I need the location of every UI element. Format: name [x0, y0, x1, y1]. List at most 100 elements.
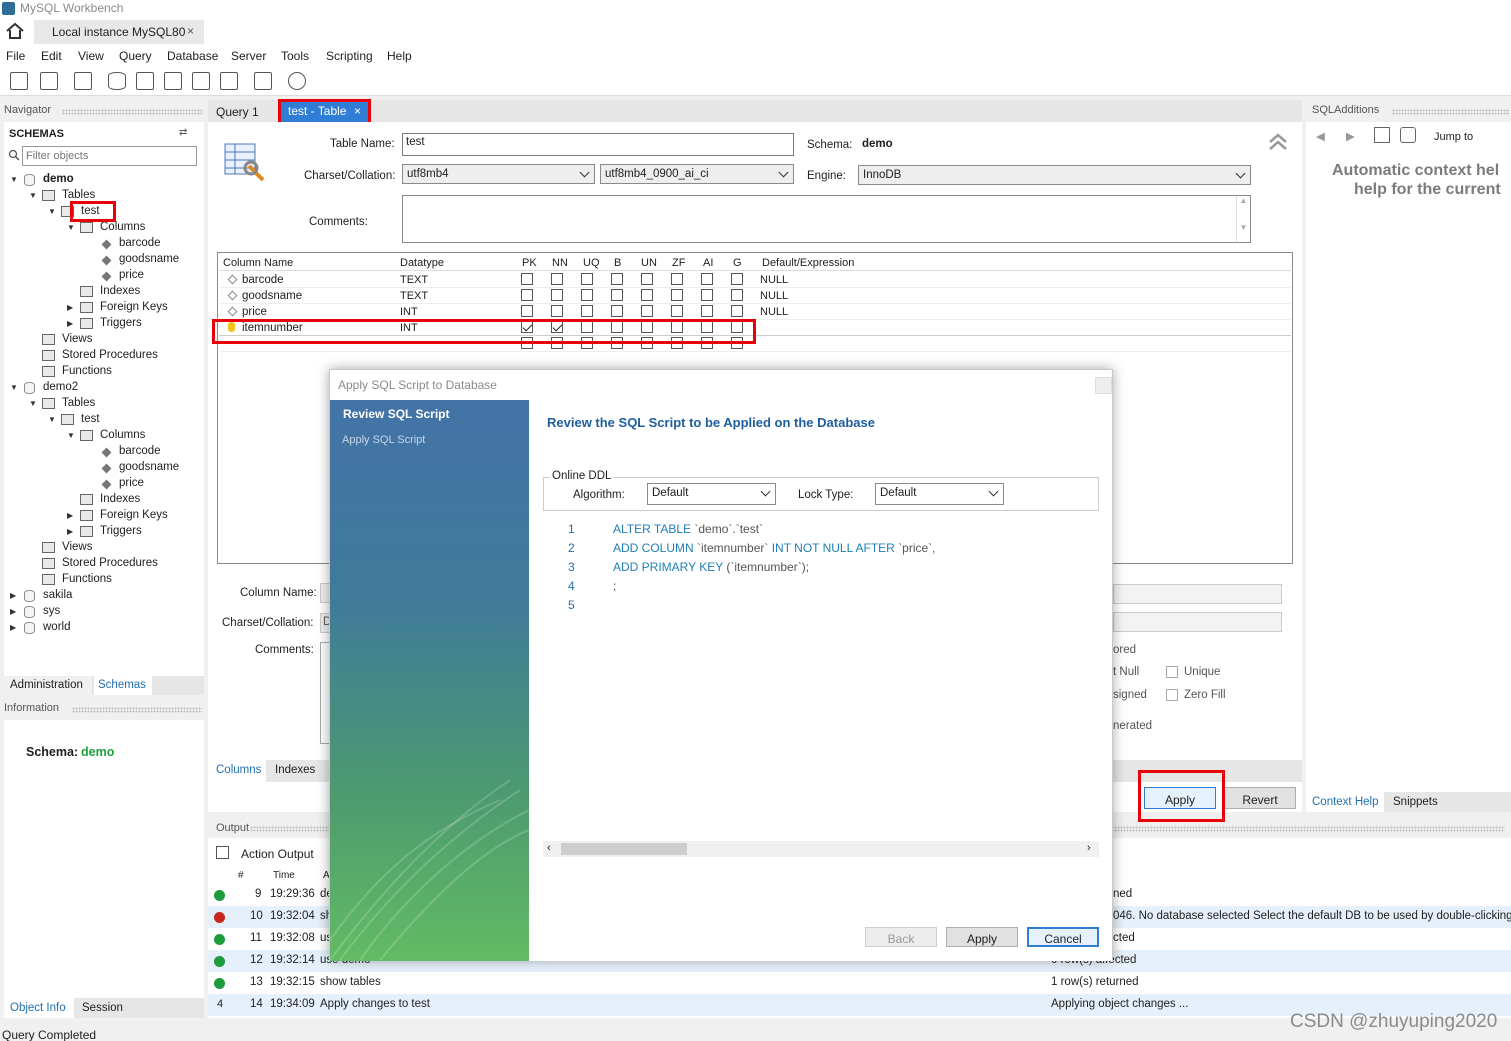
refresh-schemas-icon[interactable]: ⇄ — [179, 127, 187, 138]
forward-arrow-icon[interactable]: ▶ — [1346, 129, 1355, 143]
nn-checkbox[interactable] — [551, 273, 563, 285]
expand-arrow[interactable]: ▼ — [29, 399, 37, 408]
menu-help[interactable]: Help — [387, 49, 412, 63]
col-header-datatype[interactable]: Datatype — [400, 257, 444, 269]
expand-arrow[interactable]: ▼ — [67, 431, 75, 440]
instance-tab[interactable]: Local instance MySQL80 × — [34, 20, 204, 44]
pk-checkbox[interactable] — [521, 305, 533, 317]
tree-views[interactable]: Views — [62, 541, 92, 553]
nn-checkbox[interactable] — [551, 289, 563, 301]
tab-columns[interactable]: Columns — [208, 760, 266, 782]
tree-col-price[interactable]: price — [119, 477, 144, 489]
tree-triggers[interactable]: Triggers — [100, 317, 142, 329]
sql-script-editor[interactable]: 1 ALTER TABLE `demo`.`test` 2 ADD COLUMN… — [543, 518, 1099, 858]
tree-col-goodsname[interactable]: goodsname — [119, 253, 179, 265]
menu-query[interactable]: Query — [119, 49, 152, 63]
tab-query-1[interactable]: Query 1 — [208, 102, 274, 122]
uq-checkbox[interactable] — [581, 273, 593, 285]
expand-arrow[interactable]: ▼ — [10, 383, 18, 392]
tree-columns[interactable]: Columns — [100, 429, 145, 441]
tree-table-test[interactable]: test — [81, 413, 100, 425]
lock-type-select[interactable]: Default — [875, 483, 1004, 505]
zf-checkbox[interactable] — [671, 305, 683, 317]
create-table-icon[interactable] — [136, 72, 154, 90]
pk-checkbox[interactable] — [521, 289, 533, 301]
scrollbar-thumb[interactable] — [561, 843, 687, 855]
expand-arrow[interactable]: ▶ — [67, 527, 73, 536]
tree-functions[interactable]: Functions — [62, 365, 112, 377]
create-schema-icon[interactable] — [108, 72, 126, 90]
tree-foreign-keys[interactable]: Foreign Keys — [100, 301, 168, 313]
col-header-nn[interactable]: NN — [552, 257, 568, 269]
tab-schemas[interactable]: Schemas — [94, 676, 152, 695]
tree-foreign-keys[interactable]: Foreign Keys — [100, 509, 168, 521]
open-sql-file-icon[interactable] — [40, 72, 58, 90]
schema-demo2[interactable]: demo2 — [43, 381, 78, 393]
uq-checkbox[interactable] — [581, 305, 593, 317]
row-col-default[interactable]: NULL — [760, 306, 788, 318]
un-checkbox[interactable] — [641, 289, 653, 301]
tree-tables[interactable]: Tables — [62, 397, 95, 409]
tab-indexes[interactable]: Indexes — [268, 760, 328, 782]
tab-snippets[interactable]: Snippets — [1388, 792, 1448, 812]
tree-stored-procedures[interactable]: Stored Procedures — [62, 557, 158, 569]
menu-view[interactable]: View — [78, 49, 104, 63]
collapse-up-icon[interactable] — [1268, 132, 1288, 152]
tab-administration[interactable]: Administration — [4, 676, 92, 695]
output-mode-select[interactable]: Action Output — [241, 847, 314, 861]
tree-views[interactable]: Views — [62, 333, 92, 345]
expand-arrow[interactable]: ▼ — [10, 175, 18, 184]
scroll-right-icon[interactable]: › — [1087, 842, 1091, 854]
ai-checkbox[interactable] — [701, 305, 713, 317]
col-header-uq[interactable]: UQ — [583, 257, 600, 269]
tree-indexes[interactable]: Indexes — [100, 493, 140, 505]
col-header-g[interactable]: G — [733, 257, 742, 269]
table-row[interactable]: goodsname TEXT NULL — [219, 288, 1291, 304]
col-header-b[interactable]: B — [614, 257, 621, 269]
tree-col-barcode[interactable]: barcode — [119, 445, 161, 457]
output-row[interactable]: 13 19:32:15 show tables 1 row(s) returne… — [208, 972, 1511, 994]
tab-session[interactable]: Session — [78, 998, 138, 1018]
tab-object-info[interactable]: Object Info — [4, 998, 74, 1018]
row-col-name[interactable]: barcode — [242, 274, 284, 286]
expand-arrow[interactable]: ▼ — [67, 223, 75, 232]
expand-arrow[interactable]: ▼ — [48, 207, 56, 216]
wizard-step-apply[interactable]: Apply SQL Script — [342, 434, 425, 446]
expand-arrow[interactable]: ▼ — [48, 415, 56, 424]
home-tab[interactable] — [4, 22, 32, 44]
col-header-un[interactable]: UN — [641, 257, 657, 269]
unique-checkbox[interactable] — [1166, 666, 1178, 678]
manual-help-icon[interactable] — [1374, 127, 1390, 143]
pk-checkbox[interactable] — [521, 273, 533, 285]
engine-select[interactable]: InnoDB — [858, 165, 1251, 185]
menu-scripting[interactable]: Scripting — [326, 49, 373, 63]
menu-edit[interactable]: Edit — [41, 49, 62, 63]
jump-to-label[interactable]: Jump to — [1434, 131, 1473, 143]
schema-world[interactable]: world — [43, 621, 70, 633]
tree-columns[interactable]: Columns — [100, 221, 145, 233]
tree-col-barcode[interactable]: barcode — [119, 237, 161, 249]
dialog-close-icon[interactable] — [1095, 377, 1112, 394]
column-default-input[interactable] — [1113, 584, 1282, 604]
column-collation-select[interactable] — [1113, 612, 1282, 632]
row-col-type[interactable]: INT — [400, 306, 418, 318]
scroll-left-icon[interactable]: ‹ — [547, 842, 551, 854]
algorithm-select[interactable]: Default — [647, 483, 776, 505]
g-checkbox[interactable] — [731, 305, 743, 317]
wizard-step-review[interactable]: Review SQL Script — [343, 407, 449, 421]
back-arrow-icon[interactable]: ◀ — [1316, 129, 1325, 143]
expand-arrow[interactable]: ▶ — [67, 511, 73, 520]
col-header-name[interactable]: Column Name — [223, 257, 293, 269]
zerofill-checkbox[interactable] — [1166, 689, 1178, 701]
col-header-pk[interactable]: PK — [522, 257, 537, 269]
create-function-icon[interactable] — [220, 72, 238, 90]
table-row[interactable]: price INT NULL — [219, 304, 1291, 320]
create-view-icon[interactable] — [164, 72, 182, 90]
ai-checkbox[interactable] — [701, 273, 713, 285]
tree-tables[interactable]: Tables — [62, 189, 95, 201]
dialog-apply-button[interactable]: Apply — [946, 927, 1018, 947]
create-procedure-icon[interactable] — [192, 72, 210, 90]
b-checkbox[interactable] — [611, 289, 623, 301]
g-checkbox[interactable] — [731, 273, 743, 285]
table-row[interactable]: barcode TEXT NULL — [219, 272, 1291, 288]
